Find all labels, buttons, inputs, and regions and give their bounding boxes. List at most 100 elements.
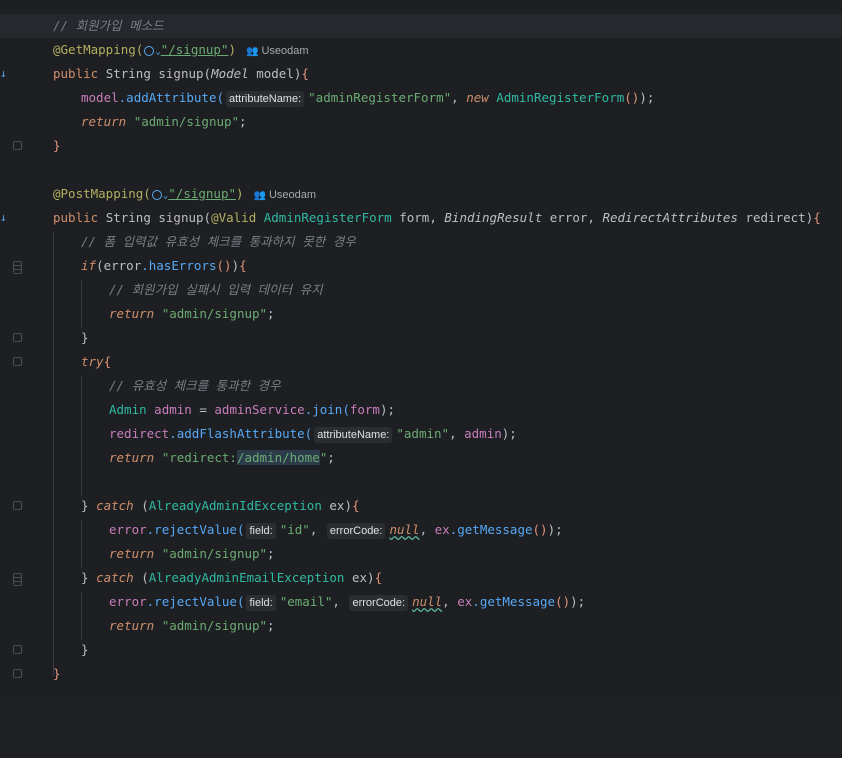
author-inlay[interactable]: 👥 Useodam xyxy=(254,189,317,201)
url-link[interactable]: "/signup" xyxy=(168,186,236,201)
class-name: Admin xyxy=(109,402,147,417)
param-name: model xyxy=(256,66,294,81)
parameter-hint: attributeName: xyxy=(314,426,393,443)
comma: , xyxy=(451,90,467,105)
keyword: return xyxy=(109,450,155,465)
code-line[interactable]: } xyxy=(0,662,842,686)
string: "id" xyxy=(279,522,310,537)
code-editor[interactable]: // 회원가입 메소드 @GetMapping(⌄"/signup") 👥 Useo… xyxy=(0,0,842,699)
null-keyword: null xyxy=(389,522,420,537)
param-type: RedirectAttributes xyxy=(602,210,738,225)
semicolon: ; xyxy=(239,114,247,129)
string: "adminRegisterForm" xyxy=(308,90,452,105)
keyword: public xyxy=(53,210,99,225)
annotation: @GetMapping( xyxy=(53,42,144,57)
fold-icon[interactable] xyxy=(13,141,22,150)
variable: admin xyxy=(464,426,502,441)
keyword: new xyxy=(466,90,489,105)
code-line[interactable]: } xyxy=(0,134,842,158)
type: String xyxy=(105,210,151,225)
annotation-close: ) xyxy=(228,42,236,57)
code-line[interactable]: model.addAttribute(attributeName: "adminR… xyxy=(0,86,842,110)
keyword: return xyxy=(109,546,155,561)
variable: redirect xyxy=(109,426,170,441)
code-line[interactable]: // 회원가입 메소드 xyxy=(0,14,842,38)
code-line[interactable]: // 회원가입 실패시 입력 데이터 유지 xyxy=(0,278,842,302)
string: "admin/signup" xyxy=(161,306,268,321)
code-line[interactable]: } catch (AlreadyAdminEmailException ex){ xyxy=(0,566,842,590)
people-icon: 👥 xyxy=(253,190,266,201)
paren: ); xyxy=(639,90,655,105)
code-line[interactable]: return "redirect:/admin/home"; xyxy=(0,446,842,470)
brace: } xyxy=(81,330,89,345)
paren: () xyxy=(624,90,640,105)
author-name: Useodam xyxy=(261,45,309,57)
code-line[interactable]: try{ xyxy=(0,350,842,374)
code-line[interactable]: Admin admin = adminService.join(form); xyxy=(0,398,842,422)
param-name: ex xyxy=(329,498,345,513)
fold-icon[interactable] xyxy=(13,577,22,586)
code-line[interactable]: @PostMapping(⌄"/signup") 👥 Useodam xyxy=(0,182,842,206)
annotation-close: ) xyxy=(236,186,244,201)
operator: = xyxy=(191,402,215,417)
fold-icon[interactable] xyxy=(13,357,22,366)
annotation: @PostMapping( xyxy=(53,186,151,201)
code-line[interactable]: // 유효성 체크를 통과한 경우 xyxy=(0,374,842,398)
fold-icon[interactable] xyxy=(13,645,22,654)
string: "redirect: xyxy=(161,450,237,465)
semicolon: ; xyxy=(327,450,335,465)
method-call: .addAttribute( xyxy=(118,90,224,105)
code-line[interactable]: redirect.addFlashAttribute(attributeName… xyxy=(0,422,842,446)
code-line[interactable]: } xyxy=(0,326,842,350)
param-name: form xyxy=(399,210,430,225)
code-line[interactable]: return "admin/signup"; xyxy=(0,542,842,566)
paren: ); xyxy=(379,402,396,417)
class-name: AlreadyAdminEmailException xyxy=(148,570,345,585)
code-line[interactable]: error.rejectValue(field: "id", errorCode:… xyxy=(0,518,842,542)
method-call: .rejectValue( xyxy=(146,594,245,609)
code-line[interactable]: ↓ public String signup(Model model){ xyxy=(0,62,842,86)
method-name: signup( xyxy=(158,66,212,81)
variable: form xyxy=(349,402,380,417)
paren: ); xyxy=(570,594,586,609)
code-line[interactable]: @GetMapping(⌄"/signup") 👥 Useodam xyxy=(0,38,842,62)
brace: } xyxy=(53,138,61,153)
fold-icon[interactable] xyxy=(13,265,22,274)
parameter-hint: attributeName: xyxy=(226,90,305,107)
string: "admin/signup" xyxy=(161,546,268,561)
people-icon: 👥 xyxy=(246,46,259,57)
globe-icon[interactable] xyxy=(151,189,162,200)
code-line[interactable]: } catch (AlreadyAdminIdException ex){ xyxy=(0,494,842,518)
code-line[interactable]: ↓ public String signup(@Valid AdminRegis… xyxy=(0,206,842,230)
implementation-gutter-icon[interactable]: ↓ xyxy=(0,68,7,80)
string-path: /admin/home xyxy=(236,450,320,465)
method-call: .join( xyxy=(304,402,350,417)
semicolon: ; xyxy=(267,546,275,561)
parameter-hint: field: xyxy=(246,522,276,539)
url-link[interactable]: "/signup" xyxy=(161,42,229,57)
globe-icon[interactable] xyxy=(144,45,155,56)
code-line[interactable]: // 폼 입력값 유효성 체크를 통과하지 못한 경우 xyxy=(0,230,842,254)
method-call: .addFlashAttribute( xyxy=(169,426,313,441)
implementation-gutter-icon[interactable]: ↓ xyxy=(0,212,7,224)
author-inlay[interactable]: 👥 Useodam xyxy=(246,45,309,57)
code-line[interactable]: return "admin/signup"; xyxy=(0,110,842,134)
code-line[interactable]: return "admin/signup"; xyxy=(0,614,842,638)
semicolon: ; xyxy=(267,306,275,321)
code-line[interactable]: return "admin/signup"; xyxy=(0,302,842,326)
keyword: catch xyxy=(96,498,134,513)
variable: error xyxy=(109,594,147,609)
null-keyword: null xyxy=(412,594,443,609)
variable: ex xyxy=(434,522,450,537)
method-call: .getMessage xyxy=(472,594,556,609)
fold-icon[interactable] xyxy=(13,669,22,678)
fold-icon[interactable] xyxy=(13,333,22,342)
fold-icon[interactable] xyxy=(13,501,22,510)
keyword: catch xyxy=(96,570,134,585)
parameter-hint: errorCode: xyxy=(349,594,409,611)
class-name: AlreadyAdminIdException xyxy=(148,498,322,513)
code-line[interactable]: } xyxy=(0,638,842,662)
keyword: return xyxy=(109,618,155,633)
code-line[interactable]: error.rejectValue(field: "email", errorCo… xyxy=(0,590,842,614)
code-line[interactable]: if(error.hasErrors()){ xyxy=(0,254,842,278)
